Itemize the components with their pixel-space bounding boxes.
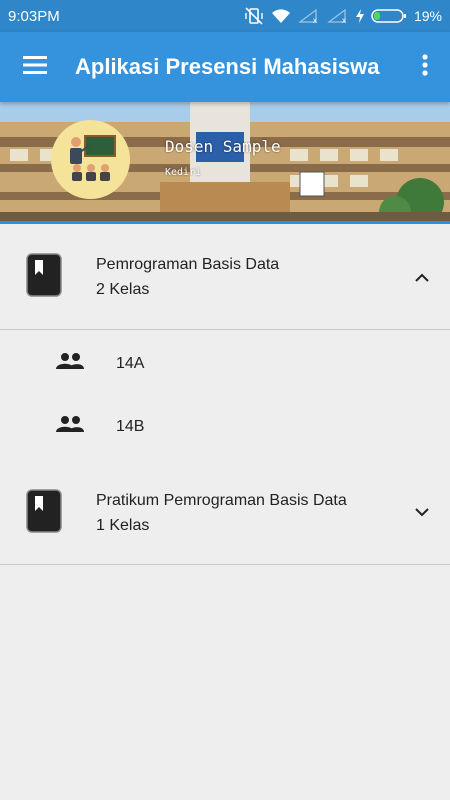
header-divider: [0, 221, 450, 224]
app-bar: Aplikasi Presensi Mahasiswa: [0, 32, 450, 102]
group-icon: [55, 416, 85, 436]
group-icon-wrap: [0, 353, 116, 374]
hamburger-icon: [23, 55, 47, 79]
class-name: 14B: [116, 417, 145, 435]
avatar[interactable]: [51, 120, 130, 199]
course-list: Pemrograman Basis Data 2 Kelas 14A 14B P…: [0, 226, 450, 565]
signal-icon: x: [327, 8, 349, 24]
course-texts: Pratikum Pemrograman Basis Data 1 Kelas: [96, 492, 394, 535]
wifi-icon: [271, 8, 291, 24]
course-texts: Pemrograman Basis Data 2 Kelas: [96, 256, 394, 299]
menu-button[interactable]: [0, 32, 70, 102]
status-bar: 9:03PM x x 19%: [0, 0, 450, 32]
collapse-button[interactable]: [394, 269, 450, 287]
more-vert-icon: [422, 53, 428, 81]
battery-icon: [371, 9, 407, 23]
chevron-up-icon: [415, 269, 429, 287]
signal-icon: x: [298, 8, 320, 24]
class-name: 14A: [116, 354, 145, 372]
book-icon: [26, 253, 62, 301]
expand-button[interactable]: [394, 504, 450, 522]
teacher-icon: [63, 132, 119, 187]
charging-icon: [355, 9, 364, 23]
svg-text:x: x: [313, 16, 317, 24]
course-count: 1 Kelas: [96, 516, 150, 534]
status-time: 9:03PM: [8, 7, 60, 25]
battery-percent: 19%: [413, 8, 442, 24]
overflow-menu-button[interactable]: [400, 32, 450, 102]
profile-city: Kediri: [165, 167, 202, 178]
course-item[interactable]: Pratikum Pemrograman Basis Data 1 Kelas: [0, 462, 450, 565]
group-icon-wrap: [0, 416, 116, 437]
book-icon-wrap: [0, 488, 96, 538]
class-item[interactable]: 14A: [0, 332, 450, 395]
course-count: 2 Kelas: [96, 281, 150, 298]
book-icon: [26, 488, 62, 537]
group-icon: [55, 353, 85, 373]
app-title: Aplikasi Presensi Mahasiswa: [75, 54, 380, 79]
profile-name: Dosen Sample: [165, 137, 281, 156]
book-icon-wrap: [0, 253, 96, 302]
chevron-down-icon: [415, 504, 429, 522]
course-item[interactable]: Pemrograman Basis Data 2 Kelas: [0, 226, 450, 330]
course-name: Pemrograman Basis Data: [96, 256, 280, 273]
course-name: Pratikum Pemrograman Basis Data: [96, 491, 347, 509]
svg-text:x: x: [342, 16, 346, 24]
vibrate-off-icon: [244, 7, 264, 25]
class-item[interactable]: 14B: [0, 395, 450, 458]
